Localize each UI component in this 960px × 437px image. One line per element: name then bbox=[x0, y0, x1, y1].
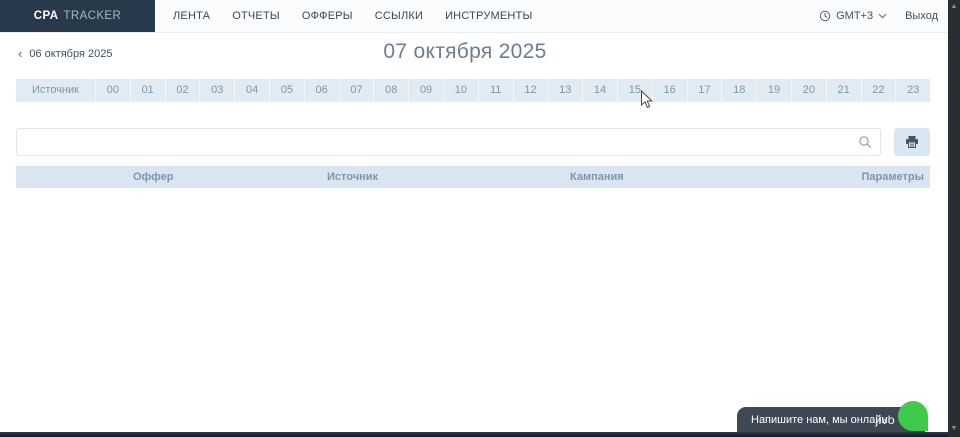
window-bottom-edge bbox=[0, 432, 960, 437]
top-navbar: CPA TRACKER ЛЕНТА ОТЧЕТЫ ОФФЕРЫ ССЫЛКИ ИНСТР… bbox=[0, 0, 948, 33]
hours-header-bar: Источник 0001020304050607080910111213141… bbox=[16, 79, 930, 102]
brand-logo[interactable]: CPA TRACKER bbox=[0, 0, 155, 32]
jivo-logo: jivo bbox=[875, 407, 895, 433]
table-header-cell: Кампания bbox=[570, 171, 862, 183]
main-menu: ЛЕНТА ОТЧЕТЫ ОФФЕРЫ ССЫЛКИ ИНСТРУМЕНТЫ bbox=[173, 10, 532, 22]
hour-cell: 17 bbox=[687, 79, 722, 102]
hour-cell: 03 bbox=[199, 79, 234, 102]
hour-cell: 08 bbox=[373, 79, 408, 102]
table-header-cell: Оффер bbox=[133, 171, 327, 183]
hour-cell: 21 bbox=[826, 79, 861, 102]
hour-cell: 07 bbox=[339, 79, 374, 102]
source-column-label: Источник bbox=[16, 79, 95, 102]
search-row bbox=[16, 128, 930, 156]
hour-cell: 23 bbox=[895, 79, 930, 102]
chat-leaf-icon bbox=[898, 401, 928, 431]
brand-bold-text: CPA bbox=[34, 10, 59, 22]
table-header-cell: Параметры bbox=[862, 171, 930, 183]
brand-rest-text: TRACKER bbox=[63, 10, 121, 22]
hour-cell: 16 bbox=[652, 79, 687, 102]
scrollbar[interactable]: ▲ ▼ bbox=[948, 0, 960, 437]
hour-cell: 20 bbox=[791, 79, 826, 102]
hour-cell: 14 bbox=[582, 79, 617, 102]
table-header-cell: Источник bbox=[327, 171, 570, 183]
hour-cell: 11 bbox=[478, 79, 513, 102]
page-title: 07 октября 2025 bbox=[0, 40, 930, 64]
search-field-wrap bbox=[16, 128, 881, 156]
search-input[interactable] bbox=[16, 128, 881, 156]
menu-item[interactable]: ОТЧЕТЫ bbox=[232, 10, 280, 22]
hour-cell: 10 bbox=[443, 79, 478, 102]
chat-widget[interactable]: Напишите нам, мы онлайн! jivo bbox=[737, 407, 925, 433]
scroll-up-icon[interactable]: ▲ bbox=[948, 3, 960, 11]
table-header: ОфферИсточникКампанияПараметры bbox=[16, 166, 930, 188]
chevron-down-icon bbox=[878, 13, 887, 19]
app-window: CPA TRACKER ЛЕНТА ОТЧЕТЫ ОФФЕРЫ ССЫЛКИ ИНСТР… bbox=[0, 0, 960, 437]
search-icon bbox=[858, 135, 872, 149]
hour-cell: 00 bbox=[95, 79, 130, 102]
hour-cell: 06 bbox=[304, 79, 339, 102]
scroll-down-icon[interactable]: ▼ bbox=[948, 425, 960, 433]
hour-cell: 22 bbox=[861, 79, 896, 102]
clock-icon bbox=[819, 10, 831, 22]
hour-cell: 04 bbox=[234, 79, 269, 102]
hour-cell: 12 bbox=[513, 79, 548, 102]
hour-cell: 15 bbox=[617, 79, 652, 102]
printer-icon bbox=[905, 135, 919, 149]
hour-cell: 01 bbox=[130, 79, 165, 102]
menu-item[interactable]: ССЫЛКИ bbox=[375, 10, 423, 22]
navbar-right: GMT+3 Выход bbox=[819, 0, 938, 32]
logout-link[interactable]: Выход bbox=[905, 10, 938, 22]
timezone-selector[interactable]: GMT+3 bbox=[819, 10, 887, 22]
menu-item[interactable]: ЛЕНТА bbox=[173, 10, 210, 22]
hour-cell: 18 bbox=[721, 79, 756, 102]
hour-cell: 05 bbox=[269, 79, 304, 102]
menu-item[interactable]: ИНСТРУМЕНТЫ bbox=[445, 10, 532, 22]
chat-message: Напишите нам, мы онлайн! bbox=[751, 407, 891, 433]
hour-cell: 13 bbox=[547, 79, 582, 102]
hour-cell: 02 bbox=[165, 79, 200, 102]
menu-item[interactable]: ОФФЕРЫ bbox=[302, 10, 353, 22]
hour-cells: 0001020304050607080910111213141516171819… bbox=[95, 79, 930, 102]
hour-cell: 09 bbox=[408, 79, 443, 102]
hour-cell: 19 bbox=[756, 79, 791, 102]
print-button[interactable] bbox=[894, 128, 930, 156]
timezone-label: GMT+3 bbox=[836, 10, 873, 22]
